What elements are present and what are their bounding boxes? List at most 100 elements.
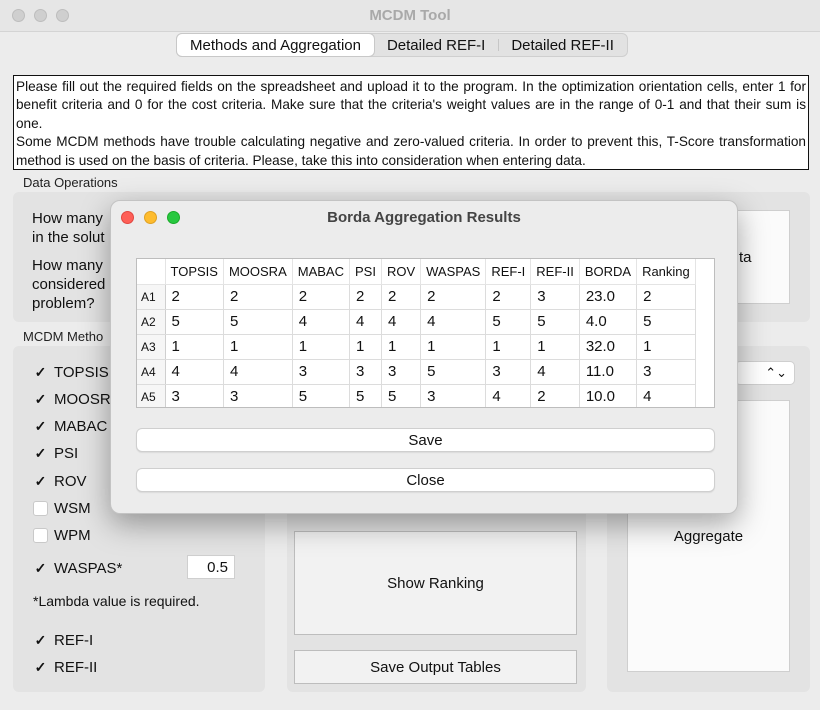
table-cell[interactable]: 10.0 [579,384,638,407]
table-cell[interactable]: 5 [530,309,580,335]
checkbox-moosra[interactable]: ✓ MOOSRA [33,391,121,408]
table-row[interactable]: A1 2 2 2 2 2 2 2 3 23.0 2 [137,284,697,310]
table-cell[interactable]: 2 [349,284,382,310]
data-operations-label: Data Operations [23,175,118,190]
close-button[interactable]: Close [136,468,715,492]
table-cell[interactable]: 5 [349,384,382,407]
column-header[interactable]: REF-I [485,259,532,285]
table-cell[interactable]: 5 [636,309,697,335]
table-cell[interactable]: 4 [381,309,422,335]
checkmark-icon: ✓ [34,659,47,675]
table-cell[interactable]: 2 [381,284,422,310]
table-cell[interactable]: 5 [165,309,224,335]
table-cell[interactable]: 4 [485,384,532,407]
table-cell[interactable]: 4 [223,359,293,385]
checkbox-psi[interactable]: ✓ PSI [33,445,79,462]
table-cell[interactable]: 5 [420,359,487,385]
checkbox-ref-ii[interactable]: ✓ REF-II [33,659,98,676]
table-row[interactable]: A2 5 5 4 4 4 4 5 5 4.0 5 [137,309,697,335]
table-cell[interactable]: 1 [223,334,293,360]
question-criteria: How many considered problem? [32,257,106,312]
table-cell[interactable]: 2 [165,284,224,310]
table-row[interactable]: A5 3 3 5 5 5 3 4 2 10.0 4 [137,384,697,407]
lambda-input[interactable]: 0.5 [187,555,235,579]
table-cell[interactable]: 2 [485,284,532,310]
column-header[interactable]: WASPAS [420,259,487,285]
row-header[interactable]: A4 [137,359,166,385]
table-row[interactable]: A3 1 1 1 1 1 1 1 1 32.0 1 [137,334,697,360]
table-cell[interactable]: 1 [165,334,224,360]
table-cell[interactable]: 3 [223,384,293,407]
empty-checkbox-icon [33,501,48,516]
table-cell[interactable]: 5 [223,309,293,335]
checkbox-wpm[interactable]: WPM [33,527,91,544]
table-row[interactable]: A4 4 4 3 3 3 5 3 4 11.0 3 [137,359,697,385]
table-cell[interactable]: 4 [420,309,487,335]
table-cell[interactable]: 4.0 [579,309,638,335]
column-header[interactable]: MABAC [292,259,350,285]
checkmark-icon: ✓ [34,364,47,380]
checkbox-rov[interactable]: ✓ ROV [33,473,87,490]
table-cell[interactable]: 3 [636,359,697,385]
checkbox-waspas[interactable]: ✓ WASPAS* [33,560,123,577]
table-cell[interactable]: 1 [349,334,382,360]
checkbox-mabac[interactable]: ✓ MABAC [33,418,108,435]
table-cell[interactable]: 3 [165,384,224,407]
tab-methods-aggregation[interactable]: Methods and Aggregation [177,34,374,56]
dialog-title: Borda Aggregation Results [327,209,521,226]
tab-detailed-ref-ii[interactable]: Detailed REF-II [498,34,627,56]
save-output-tables-button[interactable]: Save Output Tables [294,650,577,684]
table-cell[interactable]: 1 [292,334,350,360]
table-cell[interactable]: 32.0 [579,334,638,360]
column-header[interactable]: PSI [349,259,382,285]
table-cell[interactable]: 1 [636,334,697,360]
column-header[interactable]: ROV [381,259,422,285]
column-header[interactable]: MOOSRA [223,259,293,285]
table-cell[interactable]: 5 [485,309,532,335]
table-cell[interactable]: 4 [636,384,697,407]
checkmark-icon: ✓ [34,560,47,576]
tab-detailed-ref-i[interactable]: Detailed REF-I [374,34,498,56]
table-cell[interactable]: 23.0 [579,284,638,310]
table-cell[interactable]: 2 [530,384,580,407]
table-cell[interactable]: 5 [292,384,350,407]
row-header[interactable]: A1 [137,284,166,310]
table-cell[interactable]: 5 [381,384,422,407]
save-button[interactable]: Save [136,428,715,452]
table-cell[interactable]: 2 [420,284,487,310]
table-cell[interactable]: 2 [223,284,293,310]
table-cell[interactable]: 4 [530,359,580,385]
checkmark-icon: ✓ [34,445,47,461]
table-cell[interactable]: 4 [165,359,224,385]
table-cell[interactable]: 1 [381,334,422,360]
table-cell[interactable]: 1 [485,334,532,360]
column-header[interactable]: REF-II [530,259,580,285]
show-ranking-button[interactable]: Show Ranking [294,531,577,635]
checkbox-ref-i[interactable]: ✓ REF-I [33,632,94,649]
table-cell[interactable]: 2 [292,284,350,310]
table-cell[interactable]: 1 [420,334,487,360]
row-header[interactable]: A2 [137,309,166,335]
column-header[interactable]: Ranking [636,259,697,285]
checkbox-wsm[interactable]: WSM [33,500,91,517]
aggregation-method-select[interactable]: ⌃⌄ [735,361,795,385]
table-cell[interactable]: 3 [349,359,382,385]
table-cell[interactable]: 3 [381,359,422,385]
window-title: MCDM Tool [369,7,451,24]
table-cell[interactable]: 4 [349,309,382,335]
row-header[interactable]: A3 [137,334,166,360]
row-header[interactable]: A5 [137,384,166,407]
table-cell[interactable]: 2 [636,284,697,310]
table-cell[interactable]: 3 [292,359,350,385]
column-header[interactable]: BORDA [579,259,638,285]
table-cell[interactable]: 1 [530,334,580,360]
table-cell[interactable]: 4 [292,309,350,335]
table-cell[interactable]: 3 [485,359,532,385]
tab-bar: Methods and Aggregation Detailed REF-I D… [176,33,628,57]
column-header[interactable]: TOPSIS [165,259,224,285]
table-cell[interactable]: 3 [420,384,487,407]
table-cell[interactable]: 11.0 [579,359,638,385]
results-table: TOPSIS MOOSRA MABAC PSI ROV WASPAS REF-I… [136,258,715,408]
table-cell[interactable]: 3 [530,284,580,310]
checkbox-topsis[interactable]: ✓ TOPSIS [33,364,109,381]
